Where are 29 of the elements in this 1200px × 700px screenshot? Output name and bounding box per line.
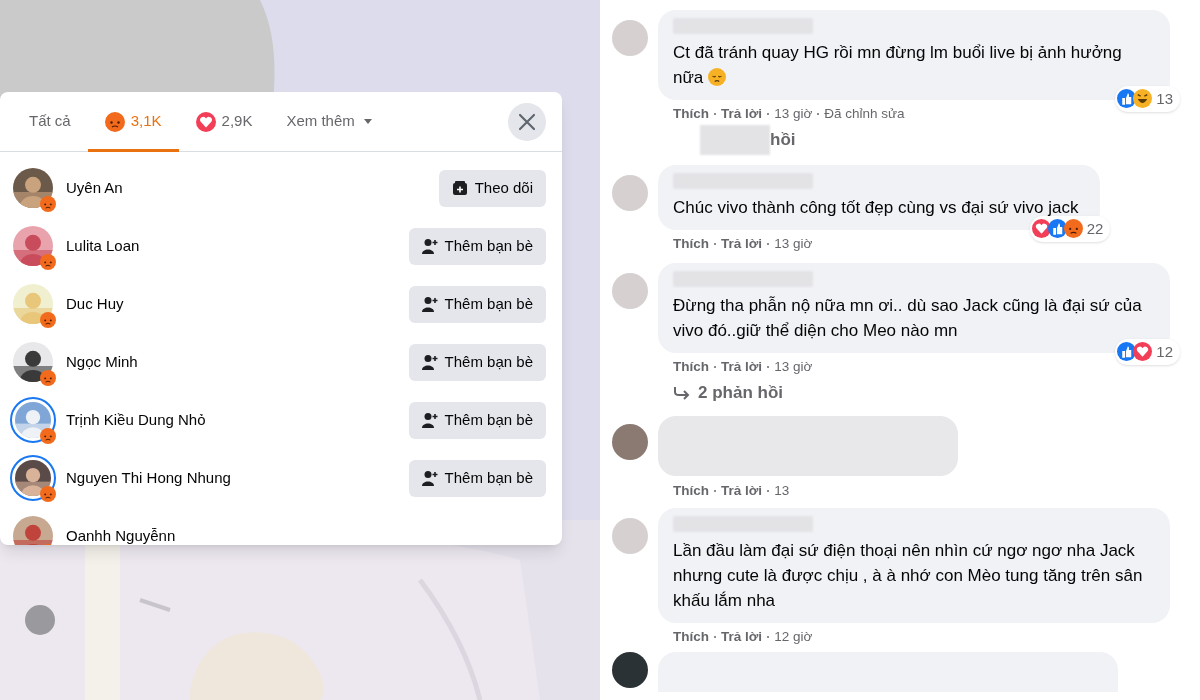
reply-arrow-icon — [673, 386, 690, 400]
avatar-placeholder — [612, 518, 648, 554]
avatar-placeholder — [612, 273, 648, 309]
like-link[interactable]: Thích — [673, 626, 709, 648]
reply-link[interactable]: Trả lời — [721, 103, 763, 125]
avatar-placeholder — [612, 175, 648, 211]
comment-time: 12 giờ — [774, 627, 813, 646]
replies-link[interactable]: hồi — [770, 127, 796, 153]
comment-time: 13 giờ — [774, 357, 813, 376]
comment-time: Đã chỉnh sửa — [824, 104, 905, 123]
reply-link[interactable]: Trả lời — [721, 233, 763, 255]
avatar-placeholder — [612, 652, 648, 688]
comment-time: 13 giờ — [774, 234, 813, 253]
like-link[interactable]: Thích — [673, 480, 709, 502]
comment-time: 13 — [774, 481, 790, 500]
reply-link[interactable]: Trả lời — [721, 626, 763, 648]
like-link[interactable]: Thích — [673, 356, 709, 378]
like-link[interactable]: Thích — [673, 103, 709, 125]
reaction-summary: 13 — [1115, 85, 1180, 112]
reply-link[interactable]: Trả lời — [721, 356, 763, 378]
reply-link[interactable]: Trả lời — [721, 480, 763, 502]
reaction-summary: 12 — [1115, 338, 1180, 365]
avatar-placeholder — [612, 424, 648, 460]
replies-link[interactable]: 2 phản hồi — [673, 380, 783, 406]
comment-time: 13 giờ — [774, 104, 813, 123]
avatar-placeholder — [612, 20, 648, 56]
reaction-summary: 22 — [1029, 215, 1111, 242]
comment-text: Lần đầu làm đại sứ điện thoại nên nhìn cứ ngơ ngơ nha Jack nhưng cute là được chịu , à à nhớ con Mèo tung tăng trên sân khấu lắm nha — [673, 540, 1144, 612]
like-link[interactable]: Thích — [673, 233, 709, 255]
